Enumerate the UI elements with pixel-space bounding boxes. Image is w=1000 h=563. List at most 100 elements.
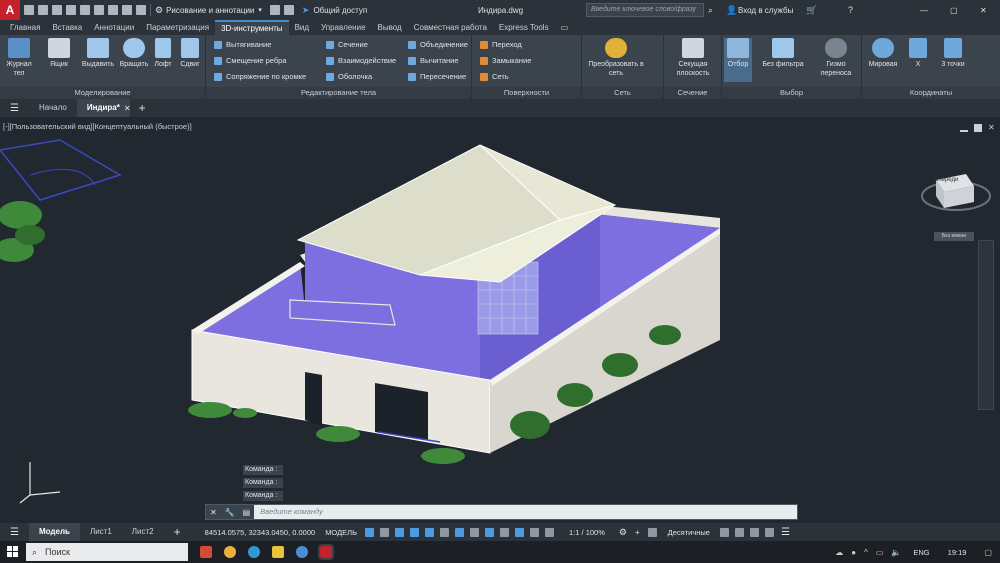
save-icon[interactable] xyxy=(52,5,62,15)
navigation-bar[interactable] xyxy=(978,240,994,410)
units-dropdown[interactable]: Десятичные xyxy=(668,528,710,537)
tab-layout1[interactable]: Лист1 xyxy=(80,523,122,541)
app-icon-browser[interactable] xyxy=(200,546,212,558)
maximize-viewport-icon[interactable] xyxy=(974,124,982,132)
viewcube-face-label[interactable]: Спереди xyxy=(934,177,958,183)
tab-menu[interactable]: Вывод xyxy=(372,20,408,35)
sweep-button[interactable]: Сдвиг xyxy=(176,38,204,69)
patch-button[interactable]: Замыкание xyxy=(480,56,531,65)
grid-icon[interactable] xyxy=(365,527,375,537)
tab-menu[interactable]: Вставка xyxy=(46,20,88,35)
world-ucs-button[interactable]: Мировая xyxy=(864,38,902,69)
lineweight-icon[interactable] xyxy=(455,527,465,537)
blend-button[interactable]: Переход xyxy=(480,40,522,49)
panel-title[interactable]: Выбор xyxy=(722,87,861,99)
model-space-toggle[interactable]: МОДЕЛЬ xyxy=(325,528,357,537)
shell-button[interactable]: Оболочка xyxy=(326,72,372,81)
chevron-up-icon[interactable]: ^ xyxy=(864,548,868,557)
tab-start[interactable]: Начало xyxy=(29,99,77,117)
snap-icon[interactable] xyxy=(380,527,390,537)
workspace-icon[interactable] xyxy=(647,527,657,537)
search-input[interactable]: Введите ключевое слово/фразу xyxy=(586,3,704,17)
tab-menu[interactable]: Совместная работа xyxy=(408,20,493,35)
command-icon[interactable]: ▤ xyxy=(239,508,255,517)
ortho-icon[interactable] xyxy=(395,527,405,537)
panel-title[interactable]: Редактирование тела xyxy=(206,87,471,99)
close-icon[interactable]: ✕ xyxy=(980,6,987,15)
viewcube[interactable] xyxy=(920,160,992,220)
minimize-viewport-icon[interactable] xyxy=(960,130,968,132)
slice-button[interactable]: Сечение xyxy=(326,40,368,49)
ucs-x-button[interactable]: X xyxy=(906,38,930,69)
autocad-taskbar-icon[interactable] xyxy=(318,544,334,560)
upload-icon[interactable] xyxy=(80,5,90,15)
loft-button[interactable]: Лофт xyxy=(150,38,176,69)
language-indicator[interactable]: ENG xyxy=(913,548,929,557)
intersect-button[interactable]: Пересечение xyxy=(408,72,466,81)
add-layout-icon[interactable]: + xyxy=(164,525,191,539)
save-as-icon[interactable] xyxy=(66,5,76,15)
chrome-icon[interactable] xyxy=(224,546,236,558)
telegram-icon[interactable] xyxy=(248,546,260,558)
taskbar-search[interactable]: ⌕ Поиск xyxy=(26,543,188,561)
volume-icon[interactable]: 🔈 xyxy=(891,548,901,557)
notifications-icon[interactable]: ▢ xyxy=(984,548,992,557)
box-button[interactable]: Ящик xyxy=(42,38,76,69)
windows-start-icon[interactable] xyxy=(0,541,26,563)
panel-title[interactable]: Моделирование xyxy=(0,87,205,99)
drawing-viewport[interactable]: Спереди Без имени xyxy=(0,117,1000,523)
subtract-button[interactable]: Вычитание xyxy=(408,56,459,65)
hardware-accel-icon[interactable] xyxy=(749,527,759,537)
clean-screen-icon[interactable] xyxy=(764,527,774,537)
maximize-icon[interactable]: ▢ xyxy=(950,6,958,15)
customize-menu-icon[interactable]: ☰ xyxy=(781,527,790,538)
new-file-icon[interactable] xyxy=(24,5,34,15)
redo-icon[interactable] xyxy=(122,5,132,15)
command-input[interactable]: Введите команду xyxy=(254,505,797,519)
share-icon[interactable]: ➤ xyxy=(302,5,310,16)
isolate-icon[interactable] xyxy=(734,527,744,537)
share-button[interactable]: Общий доступ xyxy=(313,6,367,15)
new-tab-icon[interactable]: + xyxy=(139,101,146,115)
search-icon[interactable]: ⌕ xyxy=(708,5,713,16)
chevron-down-icon[interactable]: ▾ xyxy=(258,6,262,14)
chrome-tray-icon[interactable]: ● xyxy=(851,548,856,557)
undo-icon[interactable] xyxy=(108,5,118,15)
dyn-ucs-icon[interactable] xyxy=(515,527,525,537)
layer-props-icon[interactable] xyxy=(283,5,294,15)
autocad-logo-icon[interactable]: A xyxy=(0,0,20,20)
close-icon[interactable]: ✕ xyxy=(206,508,221,517)
chrome-2-icon[interactable] xyxy=(296,546,308,558)
panel-title[interactable]: Сечение xyxy=(664,87,721,99)
union-button[interactable]: Объединение xyxy=(408,40,468,49)
interfere-button[interactable]: Взаимодействие xyxy=(326,56,396,65)
file-explorer-icon[interactable] xyxy=(272,546,284,558)
tab-layout2[interactable]: Лист2 xyxy=(122,523,164,541)
gear-icon[interactable]: ⚙ xyxy=(619,527,627,538)
tab-menu[interactable]: Главная xyxy=(4,20,46,35)
menu-icon[interactable]: ☰ xyxy=(0,103,29,114)
quick-props-icon[interactable] xyxy=(719,527,729,537)
network-button[interactable]: Сеть xyxy=(480,72,509,81)
wcs-dropdown[interactable]: Без имени xyxy=(934,232,974,241)
ribbon-minimize-icon[interactable]: ▭ xyxy=(561,23,569,32)
print-icon[interactable] xyxy=(94,5,104,15)
customize-icon[interactable]: 🔧 xyxy=(221,508,239,517)
tab-menu[interactable]: Аннотации xyxy=(88,20,140,35)
panel-title[interactable]: Поверхности xyxy=(472,87,581,99)
convert-to-mesh-button[interactable]: Преобразовать в сеть xyxy=(584,38,648,78)
panel-title[interactable]: Координаты xyxy=(862,87,1000,99)
offset-edge-button[interactable]: Смещение ребра xyxy=(214,56,286,65)
tab-menu[interactable]: 3D-инструменты xyxy=(215,20,289,35)
panel-title[interactable]: Сеть xyxy=(582,87,663,99)
3d-osnap-icon[interactable] xyxy=(500,527,510,537)
layer-icon[interactable] xyxy=(269,5,280,15)
menu-icon[interactable]: ☰ xyxy=(0,527,29,538)
user-icon[interactable]: 👤 xyxy=(726,5,737,16)
tab-menu[interactable]: Параметризация xyxy=(140,20,215,35)
signin-button[interactable]: Вход в службы xyxy=(738,6,793,15)
ucs-3point-button[interactable]: 3 точки xyxy=(934,38,972,69)
tab-menu[interactable]: Express Tools xyxy=(493,20,555,35)
extrude-button[interactable]: Выдавить xyxy=(78,38,118,69)
tab-menu[interactable]: Управление xyxy=(315,20,371,35)
